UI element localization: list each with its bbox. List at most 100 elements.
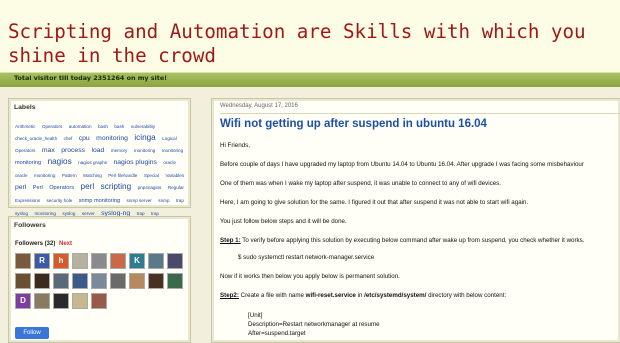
label-link[interactable]: security hole — [46, 198, 72, 203]
follower-avatar[interactable] — [167, 273, 183, 289]
code-line: After=suspend.target — [248, 330, 306, 337]
step2-mid: in — [355, 292, 365, 299]
follower-avatar[interactable] — [34, 293, 50, 309]
label-link[interactable]: bash — [114, 124, 124, 129]
follower-avatar[interactable] — [53, 293, 69, 309]
label-link[interactable]: max — [42, 147, 55, 154]
label-link[interactable]: nagios plugins — [113, 159, 156, 166]
label-link[interactable]: Arithmetic — [15, 124, 35, 129]
follower-avatar[interactable] — [91, 253, 107, 269]
follower-avatar[interactable] — [15, 253, 31, 269]
follower-avatar[interactable] — [91, 293, 107, 309]
followers-next-link[interactable]: Next — [59, 241, 72, 247]
blog-title[interactable]: Scripting and Automation are Skills with… — [8, 20, 620, 68]
label-cloud: Arithmetic Operators automation bash bas… — [15, 119, 187, 230]
label-link[interactable]: load — [91, 147, 104, 154]
follower-avatar[interactable] — [53, 273, 69, 289]
step2-label: Step2: — [220, 292, 239, 299]
label-link[interactable]: snmp server — [127, 198, 152, 203]
follower-avatar[interactable]: h — [53, 253, 69, 269]
post-paragraph: One of them was when I wake my laptop af… — [220, 180, 501, 187]
label-link[interactable]: Special — [144, 173, 159, 178]
label-link[interactable]: perl — [15, 184, 26, 191]
label-link[interactable]: nagios — [48, 157, 72, 166]
follower-avatar[interactable] — [91, 273, 107, 289]
label-link[interactable]: cpu — [79, 135, 90, 142]
date-divider — [220, 113, 620, 114]
step2-post: directory with below content: — [426, 292, 507, 299]
step2-line: Step2: Create a file with name wifi-rese… — [220, 292, 506, 299]
follower-avatar[interactable] — [72, 273, 88, 289]
label-link[interactable]: monitoring — [15, 160, 41, 166]
label-link[interactable]: pnp4nagios — [138, 185, 162, 190]
label-link[interactable]: Variables — [165, 173, 184, 178]
blog-header: Scripting and Automation are Skills with… — [0, 0, 620, 72]
post-greeting: Hi Friends, — [220, 142, 250, 149]
follower-avatar[interactable] — [110, 253, 126, 269]
visitor-counter-bar: Total visitor till today 2351264 on my s… — [0, 72, 620, 87]
post-paragraph: You just follow below steps and it will … — [220, 218, 347, 225]
label-link[interactable]: scripting — [101, 182, 132, 191]
label-link[interactable]: Operators — [49, 185, 74, 191]
label-link[interactable]: perl — [81, 182, 95, 191]
label-link[interactable]: Operators — [42, 124, 62, 129]
page-body: Labels Arithmetic Operators automation b… — [0, 87, 620, 343]
label-link[interactable]: automation — [69, 124, 92, 129]
label-link[interactable]: Pattern — [62, 173, 77, 178]
follower-avatar[interactable]: D — [15, 293, 31, 309]
label-link[interactable]: process — [61, 147, 85, 154]
follower-avatar[interactable] — [148, 253, 164, 269]
label-link[interactable]: Matching — [83, 173, 102, 178]
follower-avatar[interactable] — [72, 293, 88, 309]
follower-avatars: Rh K D — [15, 253, 187, 309]
label-link[interactable]: oracle — [15, 173, 28, 178]
post-date: Wednesday, August 17, 2016 — [220, 103, 298, 109]
post-paragraph: Now if it works then below you apply bel… — [220, 273, 400, 280]
post-title[interactable]: Wifi not getting up after suspend in ubu… — [220, 118, 487, 130]
label-link[interactable]: snmp — [158, 198, 169, 203]
followers-gadget: Followers Followers (32) Next Rh K D Follo… — [8, 216, 191, 343]
label-link[interactable]: oracle — [163, 160, 176, 165]
command-line: $ sudo systemctl restart network-manager… — [238, 254, 375, 261]
follow-button[interactable]: Follow — [15, 327, 49, 339]
follower-avatar[interactable] — [72, 253, 88, 269]
label-link[interactable]: monitoring — [134, 148, 155, 153]
label-link[interactable]: Logical — [162, 136, 177, 141]
followers-title: Followers — [14, 222, 46, 229]
follower-avatar[interactable]: K — [129, 253, 145, 269]
step1-line: Step 1: To verify before applying this s… — [220, 237, 584, 244]
label-link[interactable]: monitoring — [96, 135, 128, 142]
blog-post: Wednesday, August 17, 2016 Wifi not gett… — [211, 98, 620, 343]
follower-avatar[interactable] — [34, 273, 50, 289]
step1-label: Step 1: — [220, 237, 241, 244]
label-link[interactable]: trap — [176, 198, 184, 203]
label-link[interactable]: memory — [111, 148, 128, 153]
label-link[interactable]: Regular — [168, 185, 184, 190]
label-link[interactable]: Perl filehandle — [108, 173, 137, 178]
label-link[interactable]: Expressions — [15, 198, 40, 203]
label-link[interactable]: icinga — [134, 133, 155, 142]
follower-avatar[interactable]: R — [34, 253, 50, 269]
label-link[interactable]: nagios graphs — [78, 160, 107, 165]
follower-avatar[interactable] — [15, 273, 31, 289]
label-link[interactable]: Perl — [33, 185, 43, 191]
label-link[interactable]: snmp monitoring — [79, 198, 120, 204]
follower-avatar[interactable] — [129, 273, 145, 289]
follower-avatar[interactable] — [148, 273, 164, 289]
step2-pre: Create a file with name — [238, 292, 306, 299]
label-link[interactable]: Operators — [15, 148, 35, 153]
labels-gadget: Labels Arithmetic Operators automation b… — [8, 98, 191, 228]
label-link[interactable]: vulnerability — [131, 124, 155, 129]
label-link[interactable]: monitoring — [34, 173, 55, 178]
code-line: [Unit] — [248, 312, 263, 319]
follower-avatar[interactable] — [110, 273, 126, 289]
followers-count: Followers (32) Next — [15, 241, 72, 247]
followers-count-label: Followers (32) — [15, 241, 56, 247]
post-paragraph: Here, I am going to give solution for th… — [220, 199, 529, 206]
label-link[interactable]: check_oracle_health — [15, 136, 57, 141]
label-link[interactable]: bash — [98, 124, 108, 129]
follower-avatar[interactable] — [167, 253, 183, 269]
label-link[interactable]: monitoring — [162, 148, 183, 153]
label-link[interactable]: chef — [64, 136, 73, 141]
post-paragraph: Before couple of days I have upgraded my… — [220, 161, 584, 168]
